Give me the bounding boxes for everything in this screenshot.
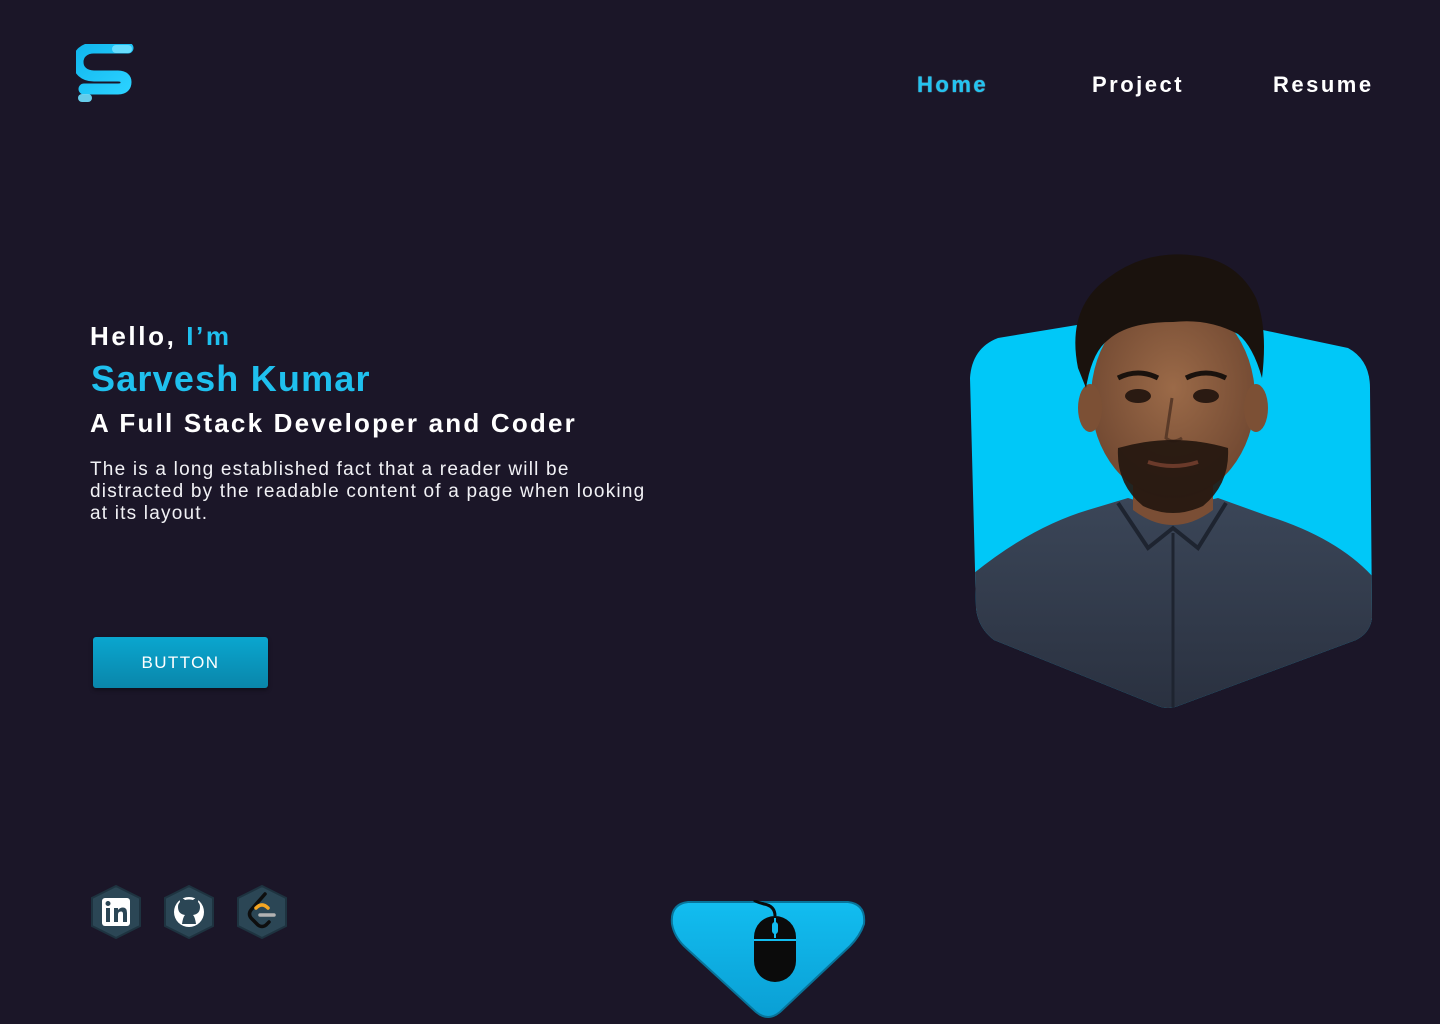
greeting-prefix: Hello, (90, 321, 177, 351)
github-icon[interactable] (161, 884, 217, 940)
profile-photo (970, 254, 1372, 708)
greeting-accent: I’m (186, 321, 232, 351)
nav-home[interactable]: Home (917, 72, 988, 98)
linkedin-icon[interactable] (88, 884, 144, 940)
nav-resume[interactable]: Resume (1273, 72, 1374, 98)
leetcode-icon[interactable] (234, 884, 290, 940)
nav-project[interactable]: Project (1092, 72, 1184, 98)
main-nav: Home Project Resume (0, 72, 1440, 102)
hero-name: Sarvesh Kumar (91, 358, 371, 399)
mouse-icon[interactable] (668, 900, 868, 1024)
hero-description: The is a long established fact that a re… (90, 459, 646, 524)
hero-role: A Full Stack Developer and Coder (90, 408, 577, 438)
hero-button[interactable]: BUTTON (93, 637, 268, 688)
greeting: Hello, I’m (90, 321, 232, 352)
page: Home Project Resume Hello, I’m Sarvesh K… (0, 0, 1440, 1024)
